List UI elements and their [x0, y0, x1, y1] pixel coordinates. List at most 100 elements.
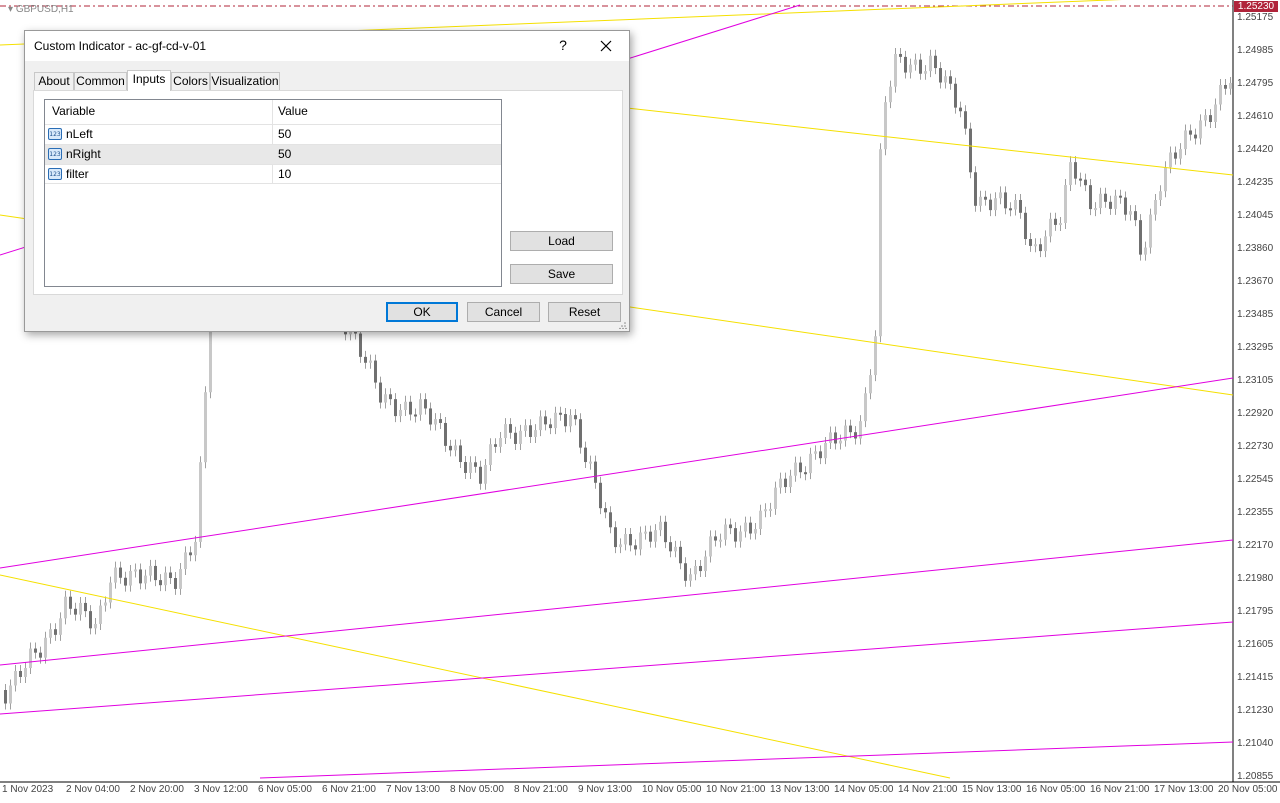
- candle-body: [444, 422, 447, 446]
- candle-body: [919, 59, 922, 74]
- candle-body: [164, 572, 167, 586]
- candle-body: [1059, 223, 1062, 226]
- candle-body: [369, 360, 372, 363]
- price-tick-label: 1.23105: [1237, 375, 1274, 386]
- candle-body: [469, 462, 472, 473]
- candle-body: [49, 629, 52, 638]
- help-button[interactable]: ?: [553, 37, 573, 55]
- candle-body: [54, 629, 57, 635]
- input-row-nright[interactable]: 123 nRight 50: [45, 144, 501, 164]
- inputs-grid[interactable]: Variable Value 123 nLeft 50 123 nRight 5…: [44, 99, 502, 287]
- input-row-nleft[interactable]: 123 nLeft 50: [45, 124, 501, 144]
- candle-body: [1044, 236, 1047, 252]
- time-tick-label: 14 Nov 21:00: [898, 784, 958, 795]
- candle-body: [389, 394, 392, 400]
- tab-visualization[interactable]: Visualization: [210, 72, 280, 90]
- dialog-titlebar[interactable]: Custom Indicator - ac-gf-cd-v-01 ?: [25, 31, 629, 61]
- time-tick-label: 10 Nov 05:00: [642, 784, 702, 795]
- candle-body: [194, 541, 197, 556]
- candle-body: [429, 408, 432, 425]
- price-tick-label: 1.21605: [1237, 639, 1274, 650]
- candle-body: [879, 149, 882, 337]
- candle-body: [1154, 199, 1157, 215]
- candle-body: [1124, 197, 1127, 215]
- candle-body: [524, 425, 527, 431]
- candle-body: [934, 55, 937, 69]
- save-button[interactable]: Save: [510, 264, 613, 284]
- input-row-filter[interactable]: 123 filter 10: [45, 164, 501, 184]
- tab-inputs[interactable]: Inputs: [127, 70, 171, 91]
- downtrend-line: [599, 104, 1234, 176]
- ok-button[interactable]: OK: [386, 302, 458, 322]
- integer-type-icon: 123: [48, 148, 62, 160]
- input-value[interactable]: 50: [278, 147, 291, 161]
- candle-body: [724, 524, 727, 540]
- candle-body: [579, 419, 582, 448]
- candle-body: [1159, 191, 1162, 200]
- time-tick-label: 1 Nov 2023: [2, 784, 54, 795]
- price-tick-label: 1.22170: [1237, 540, 1274, 551]
- candle-body: [509, 424, 512, 433]
- candle-body: [769, 508, 772, 511]
- candle-body: [1049, 218, 1052, 237]
- candle-body: [24, 668, 27, 677]
- price-tick-label: 1.24985: [1237, 45, 1274, 56]
- input-name: nLeft: [66, 127, 93, 141]
- candle-body: [1214, 104, 1217, 122]
- time-tick-label: 20 Nov 05:00: [1218, 784, 1278, 795]
- candle-body: [819, 451, 822, 459]
- candle-body: [914, 59, 917, 65]
- candle-body: [824, 442, 827, 459]
- tab-colors[interactable]: Colors: [171, 72, 210, 90]
- candle-body: [1019, 199, 1022, 213]
- candle-body: [679, 546, 682, 564]
- tab-common[interactable]: Common: [74, 72, 127, 90]
- time-tick-label: 6 Nov 21:00: [322, 784, 376, 795]
- candle-body: [734, 528, 737, 542]
- load-button[interactable]: Load: [510, 231, 613, 251]
- candle-body: [1204, 115, 1207, 121]
- inputs-panel: Variable Value 123 nLeft 50 123 nRight 5…: [33, 90, 623, 295]
- input-value[interactable]: 10: [278, 167, 291, 181]
- candle-body: [4, 690, 7, 704]
- candle-body: [489, 444, 492, 465]
- candle-body: [1014, 199, 1017, 210]
- input-name: nRight: [66, 147, 101, 161]
- tab-about[interactable]: About: [34, 72, 74, 90]
- cancel-button[interactable]: Cancel: [467, 302, 540, 322]
- candle-body: [424, 399, 427, 409]
- candle-body: [14, 671, 17, 686]
- candle-body: [804, 472, 807, 475]
- price-tick-label: 1.23670: [1237, 276, 1274, 287]
- candle-body: [1099, 193, 1102, 209]
- price-tick-label: 1.24795: [1237, 78, 1274, 89]
- symbol-text: GBPUSD,H1: [15, 4, 74, 15]
- input-value[interactable]: 50: [278, 127, 291, 141]
- reset-button[interactable]: Reset: [548, 302, 621, 322]
- close-button[interactable]: [595, 35, 617, 57]
- candle-body: [149, 565, 152, 576]
- column-header-value[interactable]: Value: [278, 100, 308, 122]
- column-header-variable[interactable]: Variable: [52, 100, 95, 122]
- price-tick-label: 1.22545: [1237, 474, 1274, 485]
- candle-body: [829, 432, 832, 443]
- price-tick-label: 1.21980: [1237, 573, 1274, 584]
- candle-body: [1034, 244, 1037, 247]
- time-tick-label: 2 Nov 20:00: [130, 784, 184, 795]
- candle-body: [754, 529, 757, 534]
- time-tick-label: 8 Nov 21:00: [514, 784, 568, 795]
- price-tick-label: 1.24235: [1237, 177, 1274, 188]
- candle-body: [1084, 179, 1087, 186]
- candle-body: [894, 53, 897, 87]
- candle-body: [384, 394, 387, 403]
- candle-body: [94, 623, 97, 629]
- candle-body: [479, 466, 482, 484]
- price-tick-label: 1.22355: [1237, 507, 1274, 518]
- candle-body: [1144, 247, 1147, 255]
- candle-body: [864, 393, 867, 422]
- candle-body: [1179, 149, 1182, 159]
- candle-body: [674, 546, 677, 552]
- candle-body: [1004, 192, 1007, 209]
- resize-grip-icon[interactable]: [619, 321, 627, 329]
- price-tick-label: 1.21795: [1237, 606, 1274, 617]
